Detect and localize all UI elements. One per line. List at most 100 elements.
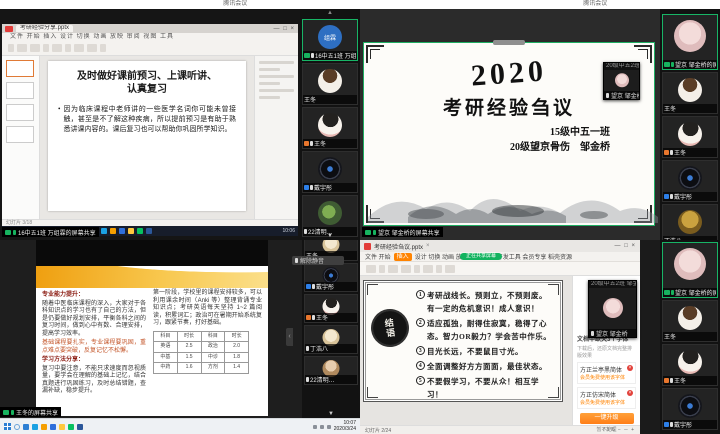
remove-icon[interactable]: × bbox=[627, 365, 633, 371]
meeting-title: 腾讯会议 bbox=[223, 0, 247, 9]
list-item: 1 考研战线长。预则立，不预则废。有一定的危机意识！成人意识！ bbox=[416, 289, 554, 315]
circled-number: 5 bbox=[416, 376, 425, 385]
avatar bbox=[678, 350, 702, 374]
doc-heading: 学习方法分享： bbox=[42, 357, 146, 365]
taskbar-clock[interactable]: 10:06 bbox=[282, 228, 295, 234]
window-controls[interactable]: — □ × bbox=[274, 26, 295, 32]
participant-name: 丁浩八 bbox=[310, 344, 328, 353]
participant-name: 王冬 bbox=[314, 139, 326, 148]
toolbar-button[interactable] bbox=[366, 265, 376, 273]
shared-screen-wps: 考研经验分享.pptx — □ × 文件 开始 插入 设计 切换 动画 放映 审… bbox=[2, 24, 298, 236]
toolbar-button[interactable] bbox=[65, 44, 71, 52]
mic-icon bbox=[13, 230, 16, 235]
slide-thumbnail[interactable] bbox=[6, 104, 34, 121]
participant-tile[interactable]: 戴宇彤 bbox=[662, 160, 718, 202]
toolbar-button[interactable] bbox=[74, 44, 84, 52]
dismiss-link[interactable]: 暂不处理 bbox=[577, 426, 636, 433]
share-toolbar-handle[interactable] bbox=[493, 40, 525, 45]
toolbar-button[interactable] bbox=[388, 265, 398, 273]
participant-name: 望京 邹金桥 bbox=[611, 91, 639, 99]
avatar bbox=[318, 201, 342, 225]
participant-name: 戴宇彤 bbox=[316, 282, 334, 291]
window-controls[interactable]: — □ × bbox=[615, 243, 636, 249]
participant-sidebar: 望京 邹金桥的屏幕… 王冬 王冬 戴宇彤 bbox=[660, 240, 720, 434]
list-item: 3 目光长远，不要鼠目寸光。 bbox=[416, 345, 554, 358]
participant-tile[interactable]: 组霖 16中五1班 万组霖… bbox=[302, 19, 358, 61]
upgrade-button[interactable]: 一键升级 bbox=[580, 413, 634, 424]
toolbar-button[interactable] bbox=[414, 265, 420, 273]
participant-label: 王冬 bbox=[305, 313, 357, 322]
system-tray[interactable]: 10:07 2020/3/24 bbox=[313, 421, 356, 432]
taskbar-clock[interactable]: 10:07 2020/3/24 bbox=[334, 421, 356, 432]
font-action-link[interactable]: 会员免费使用该字体 bbox=[580, 399, 633, 406]
toolbar-button[interactable] bbox=[100, 44, 106, 52]
start-button[interactable] bbox=[4, 423, 11, 430]
participant-tile[interactable]: 望京 邹金桥的屏幕… bbox=[662, 14, 718, 70]
participant-tile[interactable]: 丁浩八 bbox=[304, 325, 358, 354]
participant-tile[interactable]: 戴宇彤 bbox=[662, 388, 718, 430]
scroll-down-arrow[interactable]: ▼ bbox=[302, 411, 360, 418]
slide-thumbnail[interactable] bbox=[6, 60, 34, 77]
wps-body: 及时做好课前预习、上课听讲、 认真复习 • 因为临床课程中老师讲的一些医学名词你… bbox=[2, 56, 298, 219]
slide-thumbnail[interactable] bbox=[6, 126, 34, 143]
remove-icon[interactable]: × bbox=[627, 390, 633, 396]
meeting-title: 腾讯会议 bbox=[583, 0, 607, 9]
frame-corner bbox=[367, 284, 378, 295]
participant-tile[interactable]: 22清明… bbox=[302, 195, 358, 237]
hand-raise-icon bbox=[664, 378, 669, 383]
floating-video-window[interactable]: 20级中五2班 邹金桥 望京 邹金桥 bbox=[603, 62, 640, 100]
participant-name: 16中五1班 万组霖… bbox=[315, 51, 356, 60]
scroll-down-arrow[interactable]: ▼ bbox=[300, 233, 360, 240]
sidebar-collapse-handle[interactable]: ‹ bbox=[286, 328, 293, 346]
wps-logo-icon bbox=[5, 26, 13, 32]
mic-icon bbox=[312, 284, 315, 289]
toolbar-button[interactable] bbox=[30, 44, 40, 52]
mute-toolbar[interactable]: 解除静音 bbox=[292, 256, 344, 265]
participant-tile[interactable]: 王冬 bbox=[662, 72, 718, 114]
floating-video-window[interactable]: 20级中五2班 邹金桥 望京 邹金桥 bbox=[588, 280, 637, 338]
toolbar-button[interactable] bbox=[52, 44, 62, 52]
participant-tile[interactable]: 王冬 bbox=[302, 107, 358, 149]
frame-corner bbox=[367, 387, 378, 398]
participant-tile[interactable]: 戴宇彤 bbox=[302, 151, 358, 193]
cortana-icon[interactable] bbox=[14, 424, 20, 430]
mic-icon bbox=[295, 258, 298, 263]
participant-tile[interactable]: 望京 邹金桥的屏幕… bbox=[662, 242, 718, 298]
participant-tile[interactable]: 22清明… bbox=[304, 356, 358, 385]
sharing-indicator-pill[interactable]: 正在共享屏幕 bbox=[460, 253, 502, 260]
participant-tile[interactable]: 王冬 bbox=[662, 116, 718, 158]
wps-toolbar bbox=[360, 261, 640, 276]
slide-thumbnail[interactable] bbox=[6, 82, 34, 99]
participant-tile[interactable]: 王冬 bbox=[662, 300, 718, 342]
menu-items[interactable]: 文件 开始 bbox=[365, 252, 391, 261]
mic-icon bbox=[670, 378, 673, 383]
toolbar-button[interactable] bbox=[17, 44, 27, 52]
participant-tile[interactable]: 王冬 bbox=[302, 63, 358, 105]
slide-title-line2: 认真复习 bbox=[58, 83, 236, 96]
participant-tile[interactable]: 戴宇彤 bbox=[304, 263, 358, 292]
participant-tile[interactable]: 王冬 bbox=[304, 294, 358, 323]
font-action-link[interactable]: 会员免费使用该字体 bbox=[580, 374, 633, 381]
toolbar-button[interactable] bbox=[445, 265, 455, 273]
avatar bbox=[603, 298, 623, 318]
mic-icon bbox=[306, 346, 309, 351]
toolbar-button[interactable] bbox=[8, 44, 14, 52]
scroll-up-arrow[interactable]: ▲ bbox=[300, 9, 360, 17]
tab-close-icon[interactable]: × bbox=[426, 243, 430, 249]
toolbar-button[interactable] bbox=[379, 265, 385, 273]
menu-item-active[interactable]: 插入 bbox=[394, 253, 412, 261]
document-tab[interactable]: 考研经验刍议.pptx bbox=[374, 242, 423, 251]
toolbar-button[interactable] bbox=[87, 44, 97, 52]
document-tab[interactable]: 考研经验分享.pptx bbox=[16, 25, 73, 32]
toolbar-button[interactable] bbox=[423, 265, 433, 273]
taskbar-pinned-icons[interactable] bbox=[23, 424, 83, 430]
participant-tile[interactable]: 丁浩八 bbox=[662, 204, 718, 240]
toolbar-button[interactable] bbox=[436, 265, 442, 273]
participant-tile[interactable]: 王冬 bbox=[662, 344, 718, 386]
avatar bbox=[674, 20, 706, 52]
doc-paragraph: 第一阶段，学校里的课程安排较多，可以利用课余时间（Anki 等）整理背诵专业知识… bbox=[153, 290, 262, 328]
toolbar-button[interactable] bbox=[43, 44, 49, 52]
toolbar-button[interactable] bbox=[401, 265, 411, 273]
wps-menu-row[interactable]: 文件 开始 插入 设计 切换 动画 放映 审阅 视图 工具 bbox=[2, 33, 298, 41]
taskbar-pinned-icons[interactable] bbox=[92, 228, 152, 234]
